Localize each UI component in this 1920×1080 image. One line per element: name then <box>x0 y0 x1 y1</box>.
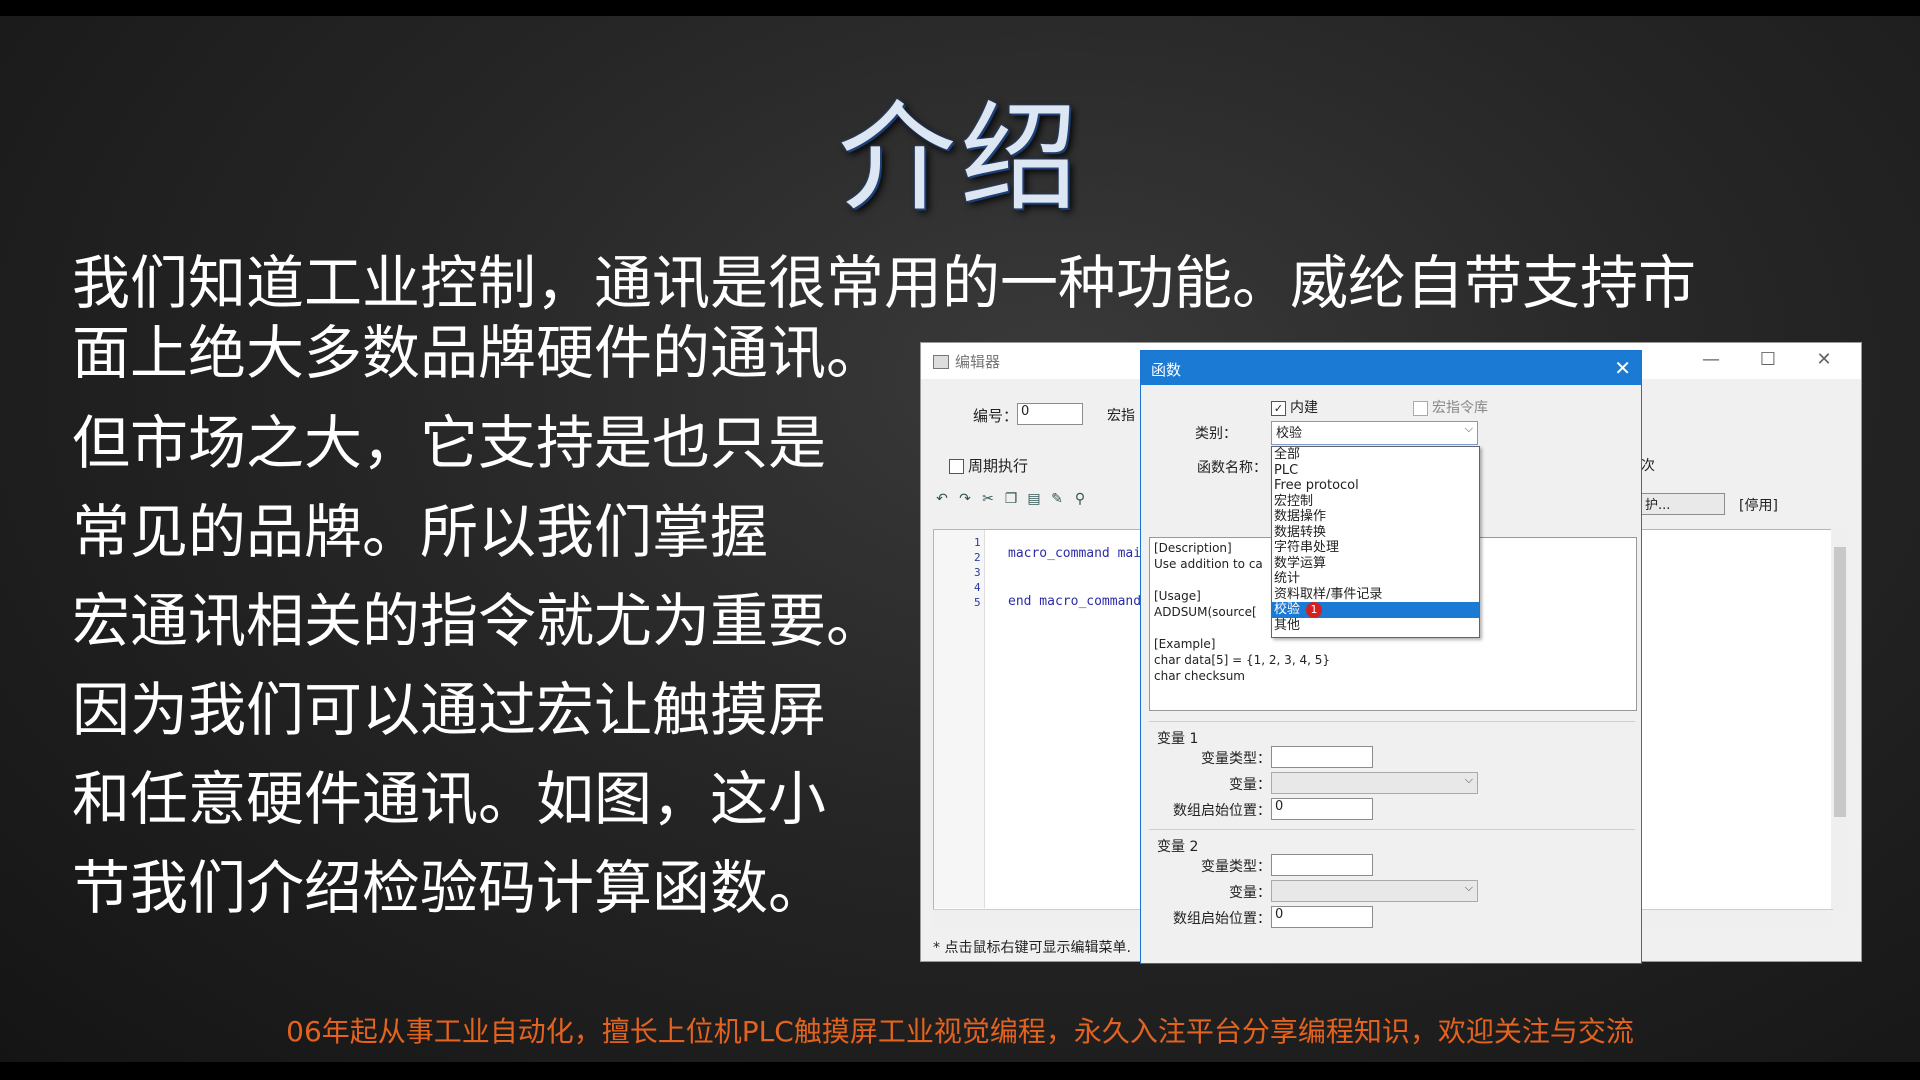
dropdown-item-statistics[interactable]: 统计 <box>1272 571 1479 587</box>
var2-type-label: 变量类型： <box>1201 859 1271 875</box>
function-dialog: 函数 ✕ ✓ 内建 宏指令库 类别： 校验 ⌵ 函数名称： [Descriptio… <box>1140 350 1642 964</box>
paragraph-line-5: 宏通讯相关的指令就尤为重要。 <box>72 587 885 655</box>
periodic-checkbox[interactable] <box>949 459 964 474</box>
line-number: 3 <box>974 566 981 579</box>
paragraph-line-8: 节我们介绍检验码计算函数。 <box>72 854 827 922</box>
macro-label: 宏指 <box>1107 408 1135 424</box>
builtin-label: 内建 <box>1290 400 1318 416</box>
variable-1-group: 变量 1 变量类型： 变量： ⌵ 数组启始位置： 0 <box>1149 721 1635 822</box>
category-dropdown-list: 全部 PLC Free protocol 宏控制 数据操作 数据转换 字符串处理… <box>1271 446 1480 638</box>
paragraph-line-2: 面上绝大多数品牌硬件的通讯。 <box>72 319 885 387</box>
disabled-label: [停用] <box>1739 498 1778 514</box>
dropdown-item-data-operation[interactable]: 数据操作 <box>1272 509 1479 525</box>
dropdown-item-other[interactable]: 其他 <box>1272 618 1479 634</box>
cut-icon[interactable]: ✂ <box>979 491 997 509</box>
dialog-titlebar: 函数 ✕ <box>1141 351 1641 385</box>
line-number: 2 <box>974 551 981 564</box>
periodic-row[interactable]: 周期执行 <box>949 455 1028 476</box>
var1-group-label: 变量 1 <box>1157 731 1199 747</box>
chevron-down-icon: ⌵ <box>1464 422 1473 435</box>
undo-icon[interactable]: ↶ <box>933 491 951 509</box>
var1-var-label: 变量： <box>1229 777 1271 793</box>
right-label: 次 <box>1641 458 1655 474</box>
step-badge: 1 <box>1306 602 1323 618</box>
minimize-icon[interactable]: — <box>1698 349 1724 371</box>
desc-line: char data[5] = {1, 2, 3, 4, 5} <box>1154 653 1330 667</box>
maintain-button[interactable]: 护... <box>1641 493 1725 515</box>
var1-start-input[interactable]: 0 <box>1271 798 1373 820</box>
macro-lib-option[interactable]: 宏指令库 <box>1413 397 1488 417</box>
dropdown-item-string[interactable]: 字符串处理 <box>1272 540 1479 556</box>
format-icon[interactable]: ✎ <box>1048 491 1066 509</box>
dialog-title: 函数 <box>1151 361 1182 379</box>
dropdown-item-checksum[interactable]: 校验 1 <box>1272 602 1479 618</box>
category-select[interactable]: 校验 ⌵ <box>1271 421 1478 445</box>
var2-group-label: 变量 2 <box>1157 839 1199 855</box>
paragraph-line-3: 但市场之大，它支持是也只是 <box>72 409 827 477</box>
category-label: 类别： <box>1195 426 1237 442</box>
macro-lib-label: 宏指令库 <box>1432 400 1488 416</box>
dialog-close-icon[interactable]: ✕ <box>1614 356 1631 380</box>
var2-type-field[interactable] <box>1271 854 1373 876</box>
maximize-icon[interactable]: ☐ <box>1755 349 1781 371</box>
line-number: 1 <box>974 536 981 549</box>
line-number: 4 <box>974 581 981 594</box>
checksum-label: 校验 <box>1274 602 1301 617</box>
dropdown-item-data-conversion[interactable]: 数据转换 <box>1272 525 1479 541</box>
editor-hint: * 点击鼠标右键可显示编辑菜单. <box>933 940 1131 956</box>
close-icon[interactable]: ✕ <box>1811 349 1837 371</box>
dropdown-item-macro-control[interactable]: 宏控制 <box>1272 494 1479 510</box>
line-gutter: 1 2 3 4 5 <box>934 530 985 908</box>
number-row: 编号： <box>973 405 1018 426</box>
dropdown-item-plc[interactable]: PLC <box>1272 463 1479 479</box>
periodic-label: 周期执行 <box>968 457 1029 475</box>
macro-lib-checkbox[interactable] <box>1413 400 1428 416</box>
code-line: end macro_command <box>1008 594 1142 609</box>
redo-icon[interactable]: ↷ <box>956 491 974 509</box>
footer-text: 06年起从事工业自动化，擅长上位机PLC触摸屏工业视觉编程，永久入注平台分享编程… <box>286 1015 1634 1048</box>
paste-icon[interactable]: ▤ <box>1025 491 1043 509</box>
var1-var-select[interactable]: ⌵ <box>1271 772 1478 794</box>
var2-start-label: 数组启始位置： <box>1173 911 1271 927</box>
copy-icon[interactable]: ❐ <box>1002 491 1020 509</box>
bottom-black-bar <box>0 1062 1920 1080</box>
var2-start-input[interactable]: 0 <box>1271 906 1373 928</box>
editor-title: 编辑器 <box>955 353 1001 371</box>
chevron-down-icon: ⌵ <box>1464 881 1473 894</box>
vertical-scrollbar[interactable] <box>1831 529 1849 911</box>
scroll-thumb[interactable] <box>1834 547 1846 817</box>
var1-type-label: 变量类型： <box>1201 751 1271 767</box>
desc-line: [Example] <box>1154 637 1216 651</box>
dropdown-item-all[interactable]: 全部 <box>1272 447 1479 463</box>
top-black-bar <box>0 0 1920 16</box>
number-label: 编号： <box>973 407 1019 425</box>
paragraph-line-4: 常见的品牌。所以我们掌握 <box>72 498 769 566</box>
var1-type-field[interactable] <box>1271 746 1373 768</box>
line-number: 5 <box>974 596 981 609</box>
var2-var-select[interactable]: ⌵ <box>1271 880 1478 902</box>
builtin-checkbox[interactable]: ✓ <box>1271 400 1286 416</box>
var2-var-label: 变量： <box>1229 885 1271 901</box>
variable-2-group: 变量 2 变量类型： 变量： ⌵ 数组启始位置： 0 <box>1149 829 1635 930</box>
dropdown-item-math[interactable]: 数学运算 <box>1272 556 1479 572</box>
chevron-down-icon: ⌵ <box>1464 773 1473 786</box>
dropdown-item-sampling[interactable]: 资料取样/事件记录 <box>1272 587 1479 603</box>
var1-start-label: 数组启始位置： <box>1173 803 1271 819</box>
number-input[interactable]: 0 <box>1017 403 1083 425</box>
function-name-label: 函数名称： <box>1197 460 1267 476</box>
builtin-option[interactable]: ✓ 内建 <box>1271 397 1318 417</box>
paragraph-line-7: 和任意硬件通讯。如图，这小 <box>72 765 827 833</box>
category-value: 校验 <box>1276 426 1303 441</box>
desc-line: char checksum <box>1154 669 1245 683</box>
find-icon[interactable]: ⚲ <box>1071 491 1089 509</box>
slide-title: 介绍 <box>837 89 1082 227</box>
paragraph-line-6: 因为我们可以通过宏让触摸屏 <box>72 676 827 744</box>
editor-app-icon <box>933 355 949 369</box>
code-line: macro_command mai <box>1008 546 1142 561</box>
dropdown-item-free-protocol[interactable]: Free protocol <box>1272 478 1479 494</box>
